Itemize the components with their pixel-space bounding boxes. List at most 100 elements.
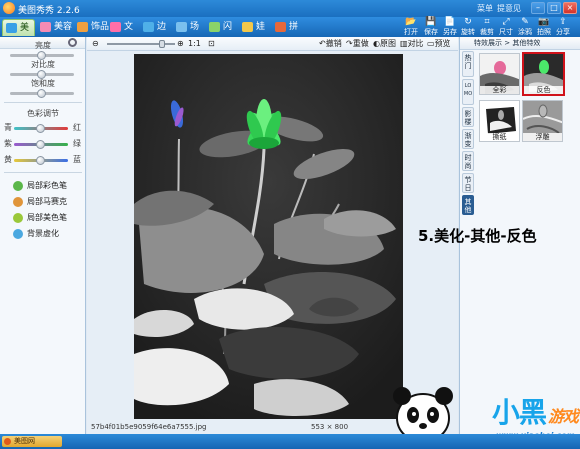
resize-icon: ⤢: [502, 17, 510, 27]
text-icon: [110, 22, 121, 32]
app-icon: [4, 438, 11, 445]
canvas-toolbar: ⊖ ⊕ 1:1 ⊡ ↶撤销 ↷重做 ◐原图 ▥对比 ▭预览: [87, 37, 458, 51]
face-icon: [40, 22, 51, 32]
yellow-label: 黄: [4, 155, 12, 164]
folder-icon: 📂: [405, 17, 417, 27]
color-adjust-title: 色彩调节: [27, 109, 59, 118]
tab-text[interactable]: 文字: [107, 19, 140, 48]
compare-icon: ▥: [400, 39, 408, 48]
tab-puzzle[interactable]: 拼图: [272, 19, 305, 48]
compare-button[interactable]: ▥对比: [400, 39, 424, 49]
preview-button[interactable]: ▭预览: [427, 39, 451, 49]
yellow-blue-slider[interactable]: [14, 156, 68, 165]
zoom-ratio-button[interactable]: 1:1: [188, 39, 201, 49]
beauty-brush-tool[interactable]: 局部美色笔: [13, 212, 67, 224]
fit-icon[interactable]: ⊡: [208, 39, 215, 49]
brightness-label: 亮度: [35, 41, 51, 50]
effect-emboss[interactable]: 浮雕: [522, 100, 563, 142]
share-button[interactable]: ⇪ 分享: [553, 18, 573, 37]
canvas-area: ⊖ ⊕ 1:1 ⊡ ↶撤销 ↷重做 ◐原图 ▥对比 ▭预览 57b4f01b5e…: [87, 37, 458, 434]
menu-link[interactable]: 菜单: [477, 3, 493, 14]
adjust-panel: 亮度 对比度 饱和度 色彩调节 青 红 紫 绿 黄 蓝 局部彩色笔 局部马赛克 …: [0, 37, 86, 434]
tab-gradient[interactable]: 渐变: [462, 129, 474, 149]
undo-button[interactable]: ↶撤销: [319, 39, 342, 49]
watermark-logo: 小黑 游戏: [492, 396, 579, 429]
tab-hot[interactable]: 热门: [462, 51, 474, 77]
tab-lomo[interactable]: LOMO: [462, 79, 474, 105]
taskbar-item[interactable]: 美图网: [2, 436, 62, 447]
zoom-in-icon[interactable]: ⊕: [177, 39, 184, 49]
effect-invert[interactable]: 反色: [522, 52, 565, 96]
doodle-icon: ✎: [521, 17, 529, 27]
contrast-slider[interactable]: [10, 70, 74, 79]
green-label: 绿: [73, 139, 81, 148]
doll-icon: [242, 22, 253, 32]
mosaic-tool[interactable]: 局部马赛克: [13, 196, 67, 208]
zoom-slider[interactable]: [107, 40, 175, 48]
tab-face[interactable]: 美容: [37, 19, 73, 36]
tab-frame[interactable]: 边框: [140, 19, 173, 48]
yellow-blue-slider-knob[interactable]: [36, 156, 45, 165]
camera-button[interactable]: 📷 拍照: [534, 18, 554, 37]
frame-icon: [143, 22, 154, 32]
color-brush-tool[interactable]: 局部彩色笔: [13, 180, 67, 192]
main-tab-bar: 美化 美容 饰品 文字 边框 场景 闪图 娃娃 拼图 📂 打开 💾 保存 📄: [0, 17, 580, 49]
minimize-button[interactable]: –: [531, 2, 545, 14]
photo-canvas[interactable]: [134, 54, 403, 419]
background-blur-tool[interactable]: 背景虚化: [13, 228, 59, 240]
rotate-icon: ↻: [464, 17, 472, 27]
tab-doll[interactable]: 娃娃: [239, 19, 272, 48]
resize-button[interactable]: ⤢ 尺寸: [496, 18, 516, 37]
redo-button[interactable]: ↷重做: [346, 39, 369, 49]
effect-torn-paper[interactable]: 撕纸: [479, 100, 520, 142]
feedback-link[interactable]: 提意见: [497, 3, 521, 14]
saturation-slider-knob[interactable]: [37, 89, 46, 98]
camera-icon: 📷: [538, 17, 550, 27]
color-brush-icon: [13, 181, 23, 191]
taskbar: 美图网: [0, 434, 580, 449]
zoom-slider-knob[interactable]: [159, 40, 165, 48]
purple-label: 紫: [4, 139, 12, 148]
divider: [4, 172, 82, 173]
tab-flash[interactable]: 闪图: [206, 19, 239, 48]
purple-green-slider[interactable]: [14, 140, 68, 149]
beautify-icon: [6, 23, 17, 33]
doodle-button[interactable]: ✎ 涂鸦: [515, 18, 535, 37]
app-title: 美图秀秀 2.2.6: [18, 6, 80, 16]
saturation-slider[interactable]: [10, 89, 74, 98]
purple-green-slider-knob[interactable]: [36, 140, 45, 149]
app-logo-icon: [3, 2, 15, 14]
close-button[interactable]: ×: [563, 2, 577, 14]
image-dimensions: 553 × 800: [311, 423, 349, 431]
tab-scene[interactable]: 场景: [173, 19, 206, 48]
effect-full-color[interactable]: 全彩: [479, 53, 520, 95]
save-as-button[interactable]: 📄 另存: [440, 18, 460, 37]
puzzle-icon: [275, 22, 286, 32]
original-button[interactable]: ◐原图: [373, 39, 396, 49]
tab-ornament[interactable]: 饰品: [74, 19, 109, 36]
cyan-red-slider[interactable]: [14, 124, 68, 133]
tab-fashion[interactable]: 时尚: [462, 151, 474, 171]
file-name: 57b4f01b5e9059f64e6a7555.jpg: [91, 423, 207, 431]
crop-button[interactable]: ⌗ 裁剪: [477, 18, 497, 37]
blue-label: 蓝: [73, 155, 81, 164]
saturation-label: 饱和度: [31, 79, 55, 88]
tab-other[interactable]: 其他: [462, 195, 474, 215]
scene-icon: [176, 22, 187, 32]
flash-icon: [209, 22, 220, 32]
cyan-red-slider-knob[interactable]: [36, 124, 45, 133]
save-icon: 💾: [425, 17, 437, 27]
undo-icon: ↶: [319, 39, 326, 48]
tab-studio[interactable]: 影楼: [462, 107, 474, 127]
tab-festival[interactable]: 节日: [462, 173, 474, 193]
brightness-slider[interactable]: [10, 51, 74, 60]
blur-icon: [13, 229, 23, 239]
red-label: 红: [73, 123, 81, 132]
tab-beautify[interactable]: 美化: [2, 19, 35, 49]
rotate-button[interactable]: ↻ 旋转: [458, 18, 478, 37]
zoom-out-icon[interactable]: ⊖: [92, 39, 99, 49]
cyan-label: 青: [4, 123, 12, 132]
maximize-button[interactable]: □: [547, 2, 561, 14]
open-button[interactable]: 📂 打开: [401, 18, 421, 37]
save-button[interactable]: 💾 保存: [421, 18, 441, 37]
